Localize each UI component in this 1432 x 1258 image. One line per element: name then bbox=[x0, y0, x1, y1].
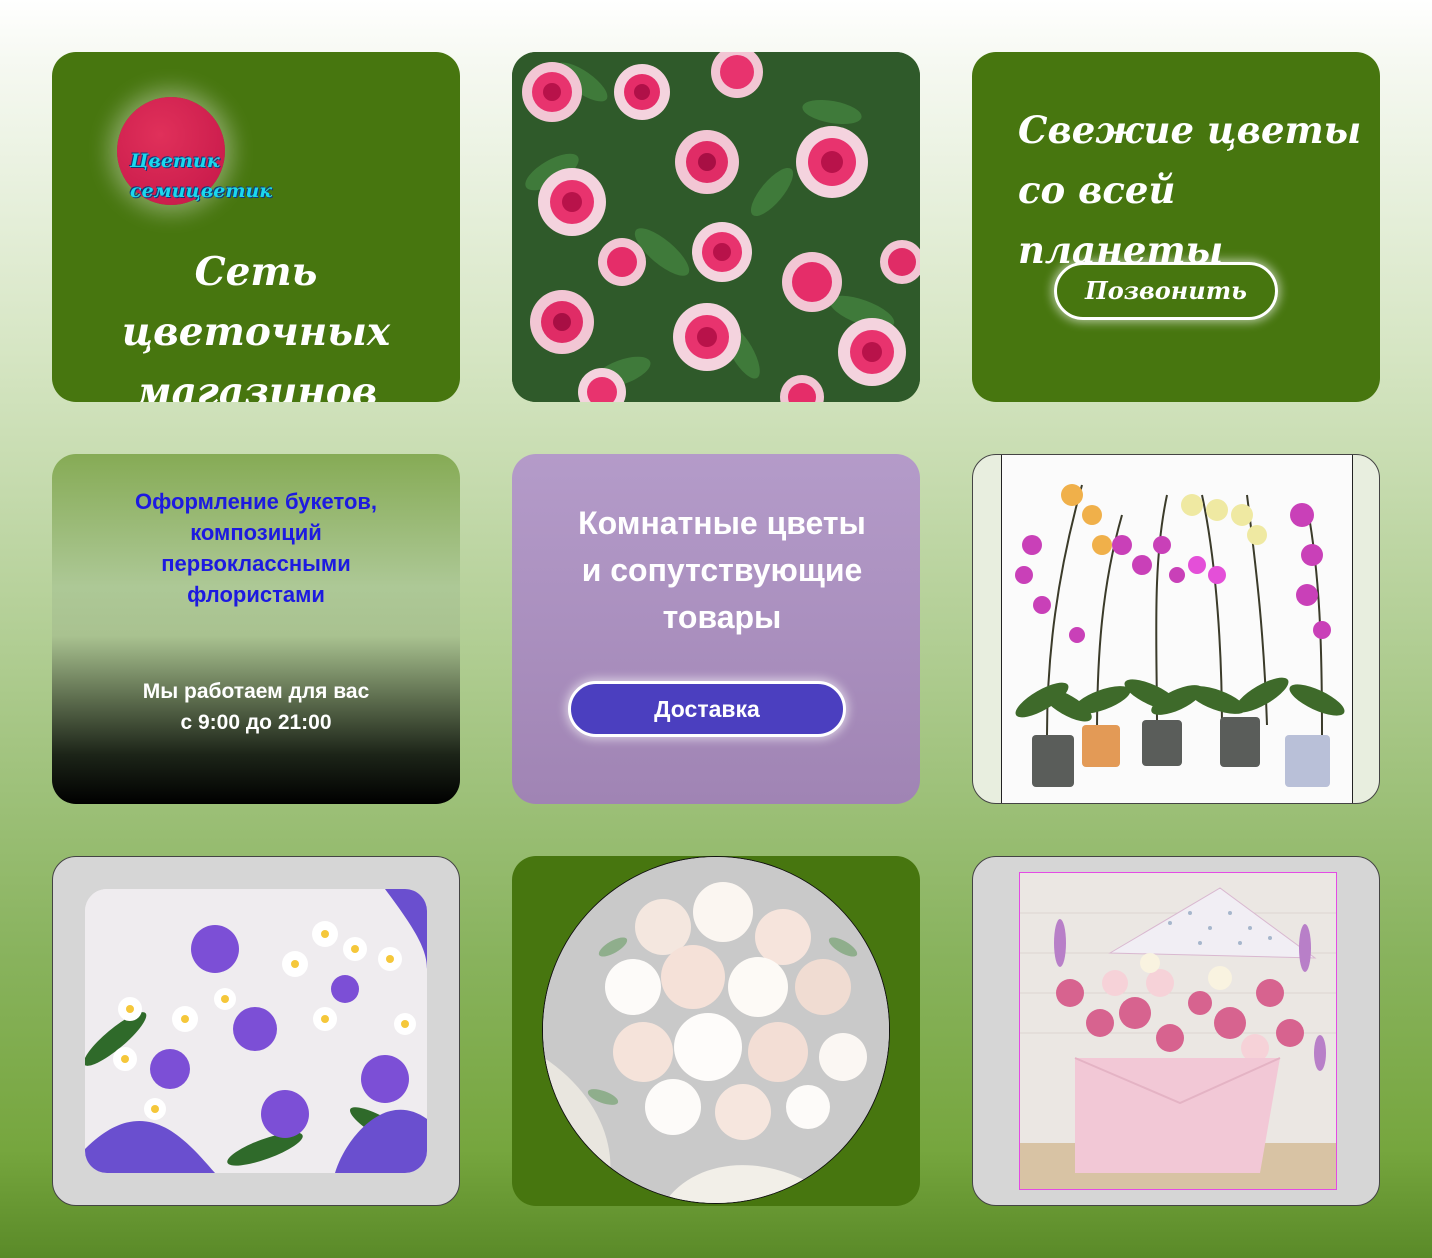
indoor-plants-line-3: товары bbox=[662, 599, 782, 635]
envelope-bouquet-card bbox=[972, 856, 1380, 1206]
brand-card: Цветик семицветик Сеть цветочных магазин… bbox=[52, 52, 460, 402]
indoor-plants-line-2: и сопутствующие bbox=[581, 552, 863, 588]
violet-bouquet-card bbox=[52, 856, 460, 1206]
logo-text[interactable]: Цветик семицветик bbox=[130, 146, 280, 206]
delivery-button[interactable]: Доставка bbox=[568, 681, 846, 737]
services-text: Оформление букетов, композиций первоклас… bbox=[82, 486, 430, 610]
indoor-plants-title: Комнатные цветы и сопутствующие товары bbox=[526, 500, 918, 641]
fresh-flowers-title: Свежие цветы со всей планеты bbox=[1018, 100, 1368, 280]
hours-line-2: с 9:00 до 21:00 bbox=[180, 711, 332, 734]
indoor-plants-card: Комнатные цветы и сопутствующие товары Д… bbox=[512, 454, 920, 804]
services-line-2: композиций bbox=[190, 520, 322, 545]
services-line-1: Оформление букетов, bbox=[134, 489, 378, 514]
fresh-flowers-title-line-1: Свежие цветы bbox=[1018, 108, 1362, 152]
orchids-photo-card bbox=[972, 454, 1380, 804]
brand-title-line-1: Сеть цветочных bbox=[121, 249, 391, 355]
white-bouquet-photo bbox=[542, 856, 890, 1204]
services-card: Оформление букетов, композиций первоклас… bbox=[52, 454, 460, 804]
services-line-3: первоклассными bbox=[161, 551, 351, 576]
working-hours: Мы работаем для вас с 9:00 до 21:00 bbox=[82, 676, 430, 738]
services-line-4: флористами bbox=[187, 582, 325, 607]
envelope-bouquet-photo bbox=[1019, 872, 1337, 1190]
logo-line-2: семицветик bbox=[130, 180, 273, 202]
white-bouquet-card bbox=[512, 856, 920, 1206]
brand-title: Сеть цветочных магазинов bbox=[66, 242, 446, 402]
brand-title-line-2: магазинов bbox=[134, 369, 378, 402]
violet-bouquet-photo bbox=[85, 889, 427, 1173]
fresh-flowers-card: Свежие цветы со всей планеты Позвонить bbox=[972, 52, 1380, 402]
roses-photo bbox=[512, 52, 920, 402]
hours-line-1: Мы работаем для вас bbox=[142, 680, 370, 703]
roses-photo-card bbox=[512, 52, 920, 402]
call-button[interactable]: Позвонить bbox=[1054, 262, 1278, 320]
indoor-plants-line-1: Комнатные цветы bbox=[578, 505, 866, 541]
orchids-photo bbox=[1001, 455, 1353, 803]
logo-line-1: Цветик bbox=[130, 150, 220, 172]
